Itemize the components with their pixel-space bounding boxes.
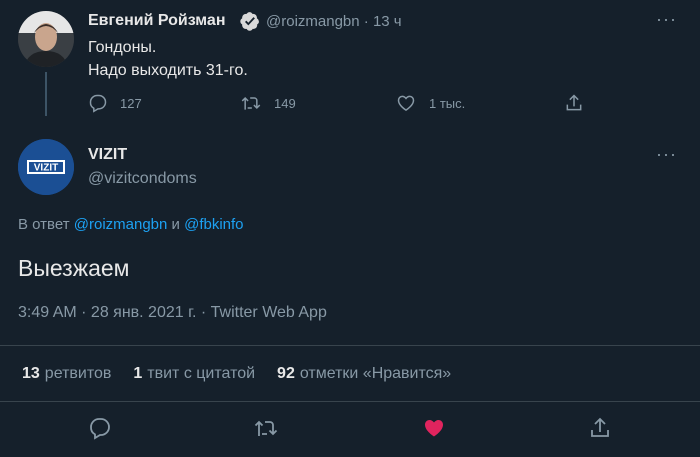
- tweet-text-line: Гондоны.: [88, 39, 157, 56]
- reply-icon: [89, 94, 107, 113]
- likes-stat[interactable]: 92 отметки «Нравится»: [277, 365, 451, 383]
- more-icon[interactable]: ···: [656, 9, 677, 30]
- tweet-meta[interactable]: 3:49 AM · 28 янв. 2021 г. · Twitter Web …: [18, 304, 327, 322]
- like-count: 1 тыс.: [429, 95, 466, 111]
- retweet-icon: [254, 420, 278, 436]
- author-name[interactable]: Евгений Ройзман: [88, 12, 225, 30]
- author-handle[interactable]: @roizmangbn · 13 ч: [266, 13, 402, 30]
- tweet-actions: [0, 413, 700, 453]
- retweet-count: 149: [274, 95, 296, 111]
- tweet-time[interactable]: · 13 ч: [364, 13, 402, 30]
- reply-context: В ответ @roizmangbn и @fbkinfo: [18, 216, 244, 233]
- reply-prefix: В ответ: [18, 216, 70, 233]
- tweet-text-line: Надо выходить 31-го.: [88, 62, 248, 79]
- more-icon[interactable]: ···: [656, 144, 677, 165]
- tweet-text: Выезжаем: [18, 255, 130, 281]
- avatar-image: [18, 11, 74, 67]
- like-button[interactable]: 1 тыс.: [395, 93, 465, 113]
- quotes-stat[interactable]: 1 твит с цитатой: [133, 365, 255, 383]
- reply-count: 127: [120, 95, 142, 111]
- thread-line: [45, 72, 47, 116]
- reply-button[interactable]: [88, 416, 112, 445]
- reply-and: и: [171, 216, 180, 233]
- avatar-vizit[interactable]: VIZIT: [18, 139, 74, 195]
- like-button[interactable]: [421, 416, 447, 445]
- vizit-logo: VIZIT: [18, 139, 74, 195]
- like-icon: [397, 95, 415, 111]
- reply-icon: [90, 418, 110, 440]
- tweet-stats: 13 ретвитов 1 твит с цитатой 92 отметки «Нр…: [22, 365, 451, 383]
- retweet-icon: [241, 96, 261, 110]
- reply-button[interactable]: 127: [88, 93, 142, 113]
- svg-text:VIZIT: VIZIT: [34, 163, 58, 174]
- avatar-roizman[interactable]: [18, 11, 74, 67]
- mention-link[interactable]: @roizmangbn: [74, 216, 168, 233]
- divider: [0, 345, 700, 346]
- like-icon-filled: [425, 420, 443, 437]
- author-handle[interactable]: @vizitcondoms: [88, 170, 197, 188]
- handle-text: @roizmangbn: [266, 13, 360, 30]
- author-name[interactable]: VIZIT: [88, 146, 127, 164]
- share-button[interactable]: [564, 93, 584, 113]
- retweet-button[interactable]: 149: [240, 93, 296, 113]
- verified-icon: [240, 12, 259, 31]
- mention-link[interactable]: @fbkinfo: [184, 216, 243, 233]
- divider: [0, 401, 700, 402]
- retweet-button[interactable]: [253, 416, 279, 445]
- retweets-stat[interactable]: 13 ретвитов: [22, 365, 111, 383]
- share-button[interactable]: [588, 416, 612, 445]
- share-icon: [566, 94, 582, 111]
- share-icon: [591, 417, 609, 437]
